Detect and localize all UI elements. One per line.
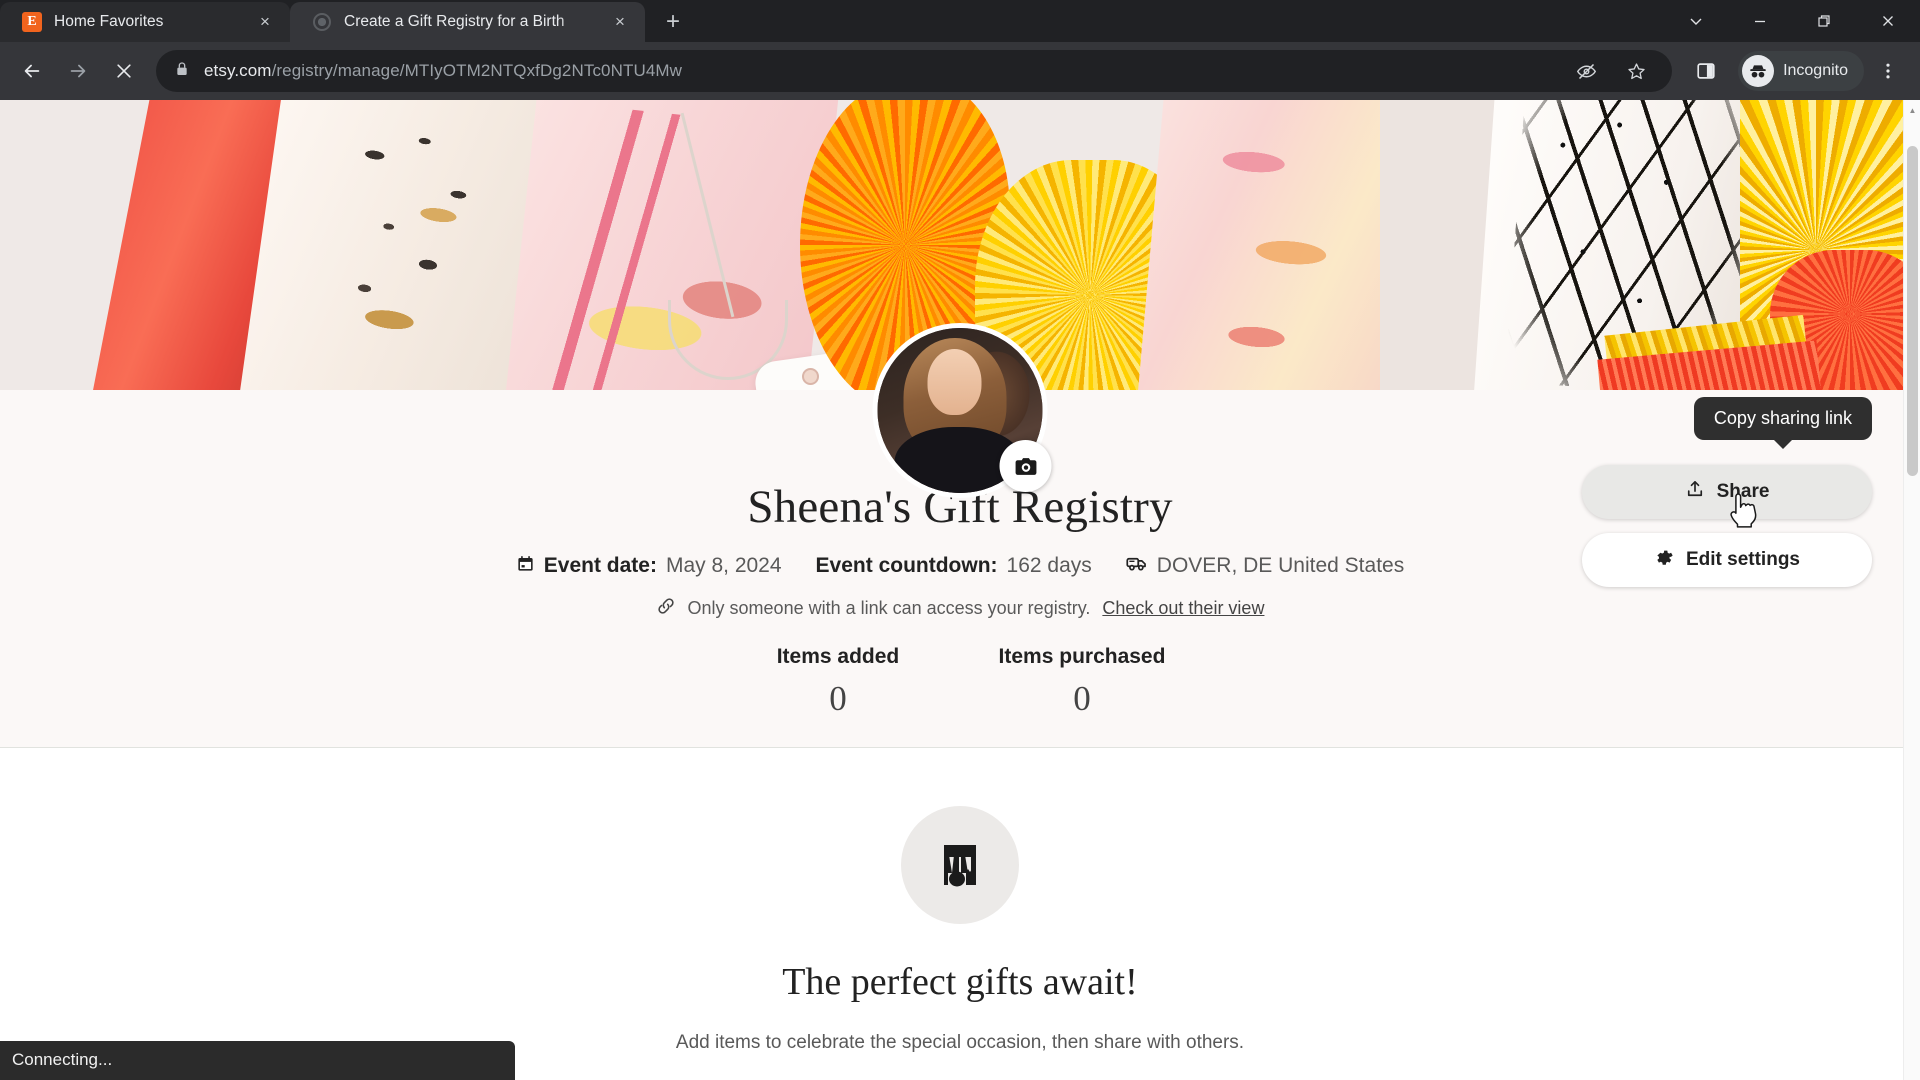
shipping-location: DOVER, DE United States — [1156, 554, 1405, 577]
share-button[interactable]: Share — [1582, 465, 1872, 519]
profile-incognito-button[interactable]: Incognito — [1738, 51, 1864, 91]
star-icon[interactable] — [1614, 49, 1658, 93]
edit-settings-button[interactable]: Edit settings — [1582, 533, 1872, 587]
omnibox-actions — [1564, 49, 1658, 93]
gift-shop-stall-icon — [901, 806, 1019, 924]
close-icon[interactable] — [1856, 0, 1920, 42]
page-scrollbar[interactable]: ▲ — [1903, 100, 1920, 1080]
eye-slash-icon[interactable] — [1564, 49, 1608, 93]
window-controls — [1664, 0, 1920, 42]
registry-action-buttons: Share Edit settings — [1582, 465, 1872, 587]
stat-items-added: Items added 0 — [748, 645, 928, 719]
share-upload-icon — [1685, 479, 1705, 505]
tab-close-icon[interactable]: × — [252, 9, 278, 35]
event-countdown-value: 162 days — [1006, 554, 1092, 577]
avatar-photo-face — [927, 349, 982, 416]
browser-tab-gift-registry[interactable]: Create a Gift Registry for a Birth × — [290, 2, 645, 42]
three-dots-menu-icon[interactable] — [1866, 49, 1910, 93]
page-viewport: Copy sharing link Share Edit settings Sh… — [0, 100, 1920, 1080]
tab-title: Home Favorites — [54, 13, 164, 30]
profile-label: Incognito — [1783, 62, 1848, 79]
empty-state-title: The perfect gifts await! — [782, 961, 1138, 1003]
camera-icon[interactable] — [999, 440, 1052, 492]
calendar-icon — [516, 554, 535, 579]
stat-value: 0 — [1073, 679, 1091, 718]
stop-loading-icon[interactable] — [102, 49, 146, 93]
stat-label: Items purchased — [998, 645, 1166, 668]
event-date-value: May 8, 2024 — [665, 554, 782, 577]
share-button-label: Share — [1716, 481, 1770, 502]
back-arrow-icon[interactable] — [10, 49, 54, 93]
new-tab-button[interactable]: + — [655, 4, 691, 40]
gear-icon — [1654, 547, 1674, 573]
shipping-truck-icon — [1126, 553, 1148, 579]
status-bar: Connecting... — [0, 1041, 515, 1080]
etsy-favicon: E — [22, 12, 42, 32]
registry-stats: Items added 0 Items purchased 0 — [0, 645, 1920, 719]
tab-title: Create a Gift Registry for a Birth — [344, 13, 565, 30]
browser-tab-home-favorites[interactable]: E Home Favorites × — [0, 2, 290, 42]
incognito-avatar-icon — [1742, 55, 1775, 87]
empty-state: The perfect gifts await! Add items to ce… — [0, 748, 1920, 1054]
address-bar[interactable]: etsy.com/registry/manage/MTIyOTM2NTQxfDg… — [156, 49, 1673, 93]
registry-avatar-wrapper — [872, 323, 1052, 498]
check-out-their-view-link[interactable]: Check out their view — [1102, 598, 1264, 619]
copy-sharing-link-tooltip: Copy sharing link — [1693, 397, 1872, 440]
restore-icon[interactable] — [1792, 0, 1856, 42]
forward-arrow-icon[interactable] — [56, 49, 100, 93]
scroll-up-arrow-icon[interactable]: ▲ — [1904, 102, 1920, 119]
url-domain: etsy.com — [204, 61, 272, 80]
url-text: etsy.com/registry/manage/MTIyOTM2NTQxfDg… — [204, 61, 1550, 81]
browser-window: E Home Favorites × Create a Gift Registr… — [0, 0, 1920, 1080]
minimize-icon[interactable] — [1728, 0, 1792, 42]
event-date-label: Event date: — [543, 554, 657, 577]
registry-privacy-row: Only someone with a link can access your… — [0, 596, 1920, 621]
scrollbar-thumb[interactable] — [1907, 146, 1918, 476]
privacy-text: Only someone with a link can access your… — [687, 598, 1091, 618]
chevron-down-icon[interactable] — [1664, 0, 1728, 42]
loading-spinner-icon — [312, 12, 332, 32]
url-path: /registry/manage/MTIyOTM2NTQxfDg2NTc0NTU… — [271, 61, 683, 80]
edit-settings-button-label: Edit settings — [1685, 549, 1800, 570]
stat-value: 0 — [829, 679, 847, 718]
event-countdown-label: Event countdown: — [815, 554, 998, 577]
browser-toolbar: etsy.com/registry/manage/MTIyOTM2NTQxfDg… — [0, 42, 1920, 100]
side-panel-icon[interactable] — [1684, 49, 1728, 93]
tab-close-icon[interactable]: × — [607, 9, 633, 35]
lock-icon — [174, 61, 190, 82]
stat-label: Items added — [776, 645, 900, 668]
tab-strip: E Home Favorites × Create a Gift Registr… — [0, 0, 1920, 42]
chain-link-icon — [656, 596, 676, 621]
stat-items-purchased: Items purchased 0 — [992, 645, 1172, 719]
